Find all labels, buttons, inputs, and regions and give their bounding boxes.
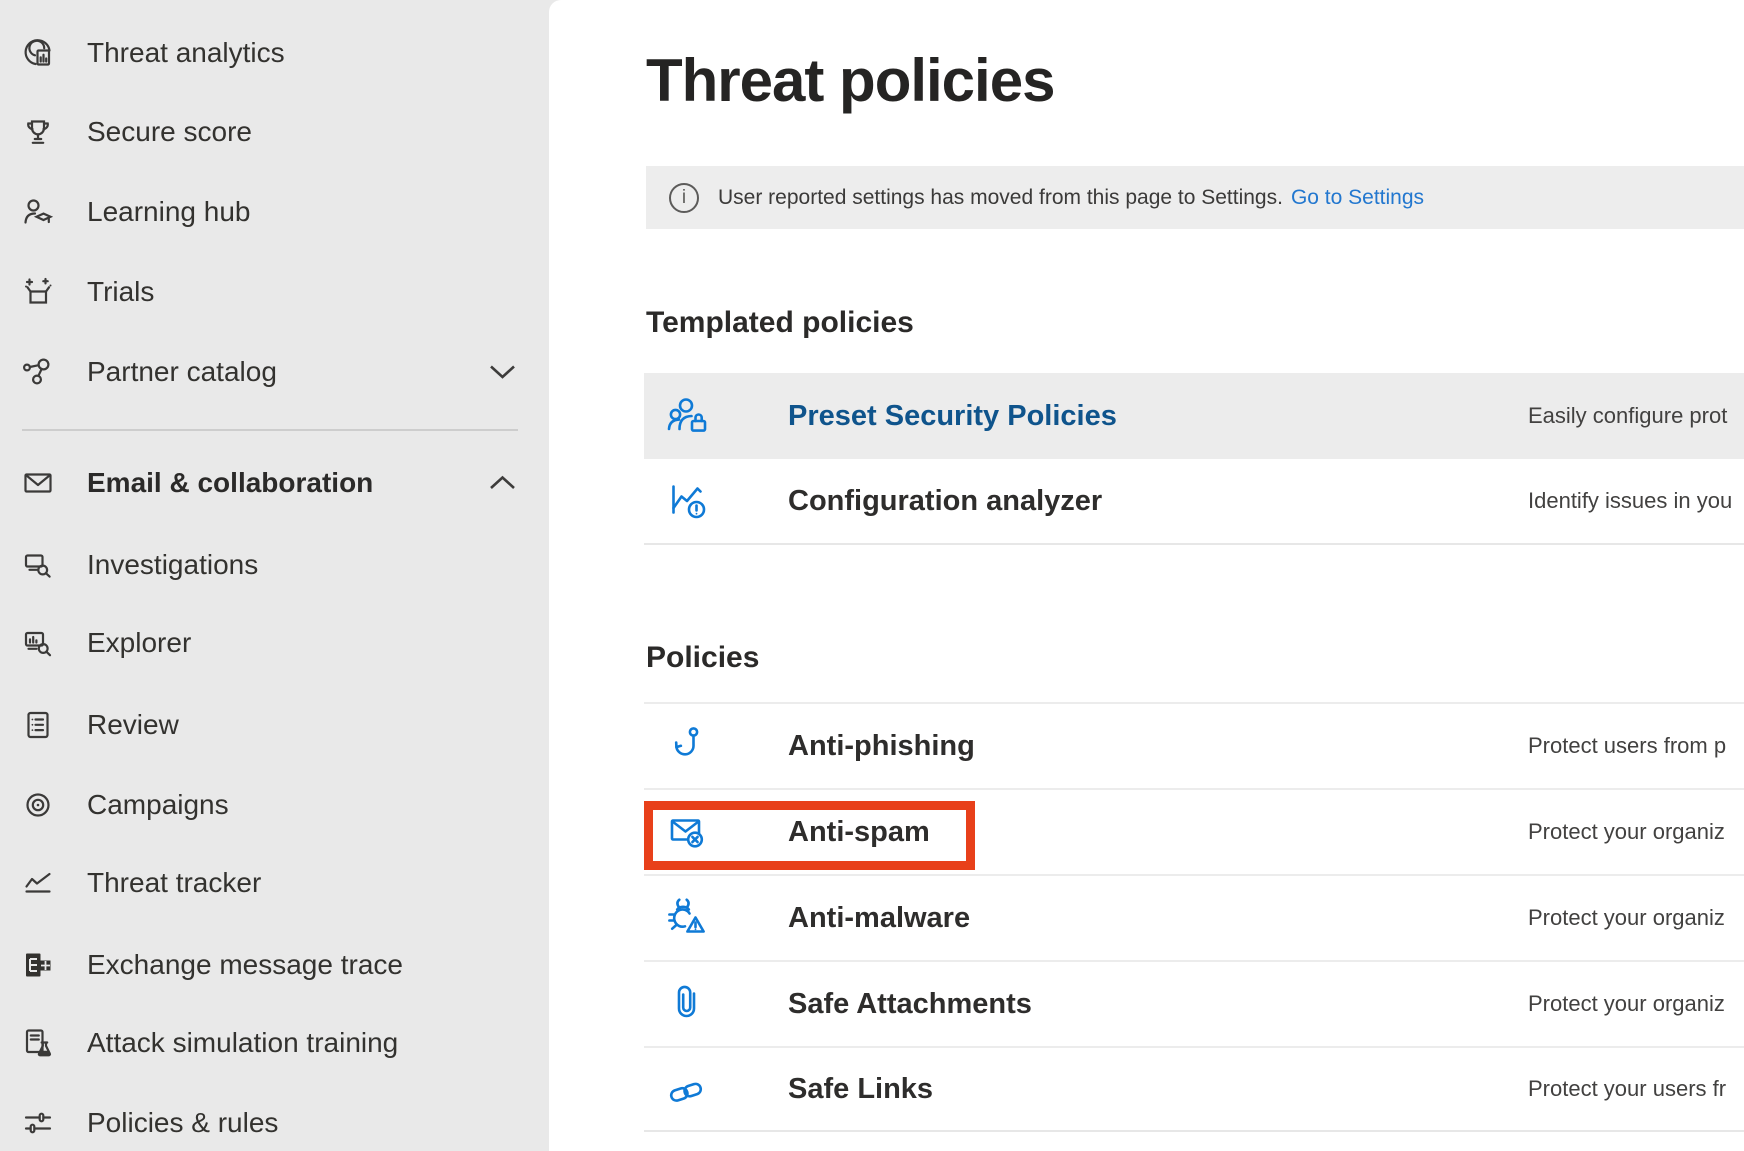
sidebar-item-explorer[interactable]: Explorer [0,603,549,683]
email-icon [20,465,56,501]
row-anti-spam[interactable]: Anti-spam Protect your organiz [644,788,1744,874]
row-safe-links[interactable]: Safe Links Protect your users fr [644,1046,1744,1132]
learning-hub-icon [20,194,56,230]
sidebar-divider [22,429,518,431]
preset-security-icon [665,392,713,440]
row-description: Protect your users fr [1528,1076,1726,1102]
secure-score-icon [20,114,56,150]
anti-malware-icon [665,894,713,942]
sidebar-item-policies-rules[interactable]: Policies & rules [0,1083,549,1151]
attack-simulation-icon [20,1025,56,1061]
page-title: Threat policies [646,46,1054,115]
row-anti-phishing[interactable]: Anti-phishing Protect users from p [644,702,1744,788]
sidebar-item-label: Campaigns [87,789,229,821]
partner-catalog-icon [20,354,56,390]
sidebar-item-investigations[interactable]: Investigations [0,525,549,605]
row-title[interactable]: Configuration analyzer [788,485,1102,518]
sidebar-item-label: Learning hub [87,196,250,228]
row-title[interactable]: Preset Security Policies [788,400,1117,433]
row-title[interactable]: Safe Attachments [788,988,1032,1021]
sidebar-item-exchange-message-trace[interactable]: Exchange message trace [0,925,549,1005]
campaigns-icon [20,787,56,823]
sidebar-item-review[interactable]: Review [0,685,549,765]
section-title-templated-policies: Templated policies [646,306,914,340]
policies-rules-icon [20,1105,56,1141]
anti-spam-icon [665,808,713,856]
chevron-up-icon[interactable] [489,475,516,491]
row-description: Protect users from p [1528,733,1726,759]
row-description: Protect your organiz [1528,819,1725,845]
main-content: Threat policies i User reported settings… [549,0,1744,1151]
review-icon [20,707,56,743]
anti-phishing-icon [665,722,713,770]
sidebar-item-secure-score[interactable]: Secure score [0,92,549,172]
banner-message: User reported settings has moved from th… [718,186,1283,210]
sidebar-item-label: Exchange message trace [87,949,403,981]
info-banner: i User reported settings has moved from … [646,166,1744,229]
sidebar-section-label: Email & collaboration [87,467,373,499]
sidebar-item-learning-hub[interactable]: Learning hub [0,172,549,252]
row-description: Easily configure prot [1528,403,1727,429]
sidebar-item-label: Review [87,709,179,741]
sidebar-item-partner-catalog[interactable]: Partner catalog [0,332,549,412]
row-title[interactable]: Anti-malware [788,902,970,935]
sidebar-section-email-collaboration[interactable]: Email & collaboration [0,443,549,523]
threat-analytics-icon [20,35,56,71]
explorer-icon [20,625,56,661]
go-to-settings-link[interactable]: Go to Settings [1291,186,1424,210]
sidebar-item-threat-tracker[interactable]: Threat tracker [0,843,549,923]
row-description: Identify issues in you [1528,488,1732,514]
row-configuration-analyzer[interactable]: Configuration analyzer Identify issues i… [644,459,1744,545]
sidebar-item-label: Explorer [87,627,191,659]
sidebar-item-campaigns[interactable]: Campaigns [0,765,549,845]
row-anti-malware[interactable]: Anti-malware Protect your organiz [644,874,1744,960]
sidebar-item-threat-analytics[interactable]: Threat analytics [0,13,549,93]
defender-portal: Threat analytics Secure score [0,0,1744,1151]
sidebar-nav: Threat analytics Secure score [0,0,549,1151]
sidebar-item-label: Partner catalog [87,356,277,388]
sidebar-item-label: Investigations [87,549,258,581]
row-title[interactable]: Anti-spam [788,816,930,849]
sidebar-item-label: Policies & rules [87,1107,278,1139]
row-title[interactable]: Safe Links [788,1073,933,1106]
sidebar-item-label: Threat tracker [87,867,261,899]
chevron-down-icon[interactable] [489,364,516,380]
configuration-analyzer-icon [665,477,713,525]
sidebar-item-trials[interactable]: Trials [0,252,549,332]
sidebar-item-label: Threat analytics [87,37,285,69]
sidebar-item-label: Trials [87,276,154,308]
sidebar-item-attack-simulation-training[interactable]: Attack simulation training [0,1003,549,1083]
trials-icon [20,274,56,310]
row-preset-security-policies[interactable]: Preset Security Policies Easily configur… [644,373,1744,459]
safe-links-icon [665,1065,713,1113]
threat-tracker-icon [20,865,56,901]
exchange-icon [20,947,56,983]
investigations-icon [20,547,56,583]
safe-attachments-icon [665,980,713,1028]
info-icon: i [669,183,699,213]
section-title-policies: Policies [646,641,759,675]
row-description: Protect your organiz [1528,905,1725,931]
row-safe-attachments[interactable]: Safe Attachments Protect your organiz [644,960,1744,1046]
row-title[interactable]: Anti-phishing [788,730,975,763]
sidebar-item-label: Attack simulation training [87,1027,398,1059]
row-description: Protect your organiz [1528,991,1725,1017]
sidebar-item-label: Secure score [87,116,252,148]
